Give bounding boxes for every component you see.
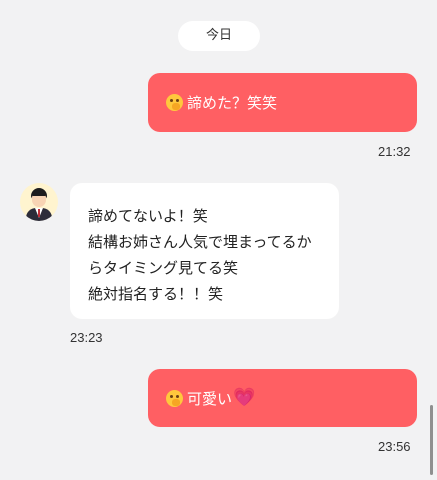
message-line: 諦めてないよ！笑 — [88, 207, 208, 225]
message-line: らタイミング見てる笑 — [88, 259, 239, 277]
scrollbar-thumb[interactable] — [430, 405, 433, 475]
incoming-message-bubble[interactable]: 諦めてないよ！笑 結構お姉さん人気で埋まってるか らタイミング見てる笑 絶対指名… — [70, 183, 339, 319]
message-line: 結構お姉さん人気で埋まってるか — [88, 233, 312, 251]
message-text: 諦めた？笑笑 — [187, 94, 278, 112]
outgoing-message-bubble[interactable]: 可愛い 💗 — [148, 369, 417, 427]
date-separator: 今日 — [178, 21, 260, 51]
message-timestamp: 21:32 — [378, 144, 411, 159]
message-text: 可愛い — [187, 389, 233, 408]
pink-heart-icon: 💗 — [233, 387, 256, 408]
message-line: 絶対指名する！！笑 — [88, 285, 224, 303]
message-timestamp: 23:23 — [70, 330, 103, 345]
smiling-face-with-hand-over-mouth-icon — [166, 94, 183, 111]
message-timestamp: 23:56 — [378, 439, 411, 454]
smiling-face-with-hand-over-mouth-icon — [166, 389, 183, 407]
sender-avatar[interactable] — [20, 183, 58, 221]
outgoing-message-bubble[interactable]: 諦めた？笑笑 — [148, 73, 417, 132]
